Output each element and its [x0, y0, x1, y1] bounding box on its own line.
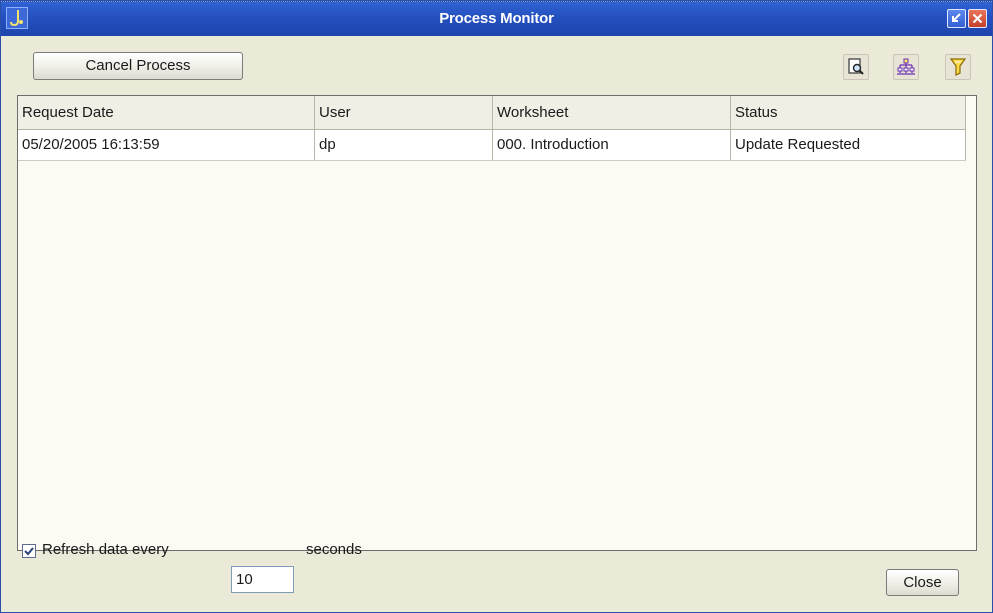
close-button[interactable]: Close — [886, 569, 959, 596]
refresh-checkbox[interactable] — [22, 544, 36, 558]
table-header: Request Date User Worksheet Status — [18, 96, 966, 130]
refresh-label: Refresh data every — [42, 541, 169, 558]
process-monitor-window: Process Monitor Cancel Process Request D… — [0, 0, 993, 613]
restore-arrow-icon — [952, 13, 961, 22]
hierarchy-button[interactable] — [893, 54, 919, 80]
cell-request-date: 05/20/2005 16:13:59 — [18, 130, 315, 160]
window-title: Process Monitor — [439, 10, 554, 27]
find-icon — [848, 58, 864, 75]
find-button[interactable] — [843, 54, 869, 80]
hierarchy-icon — [897, 58, 915, 75]
cancel-process-button[interactable]: Cancel Process — [33, 52, 243, 80]
table-row[interactable]: 05/20/2005 16:13:59 dp 000. Introduction… — [18, 130, 966, 161]
cell-worksheet: 000. Introduction — [493, 130, 731, 160]
column-header-worksheet[interactable]: Worksheet — [493, 96, 731, 129]
close-icon — [972, 13, 983, 24]
filter-icon — [949, 58, 967, 76]
checkmark-icon — [24, 547, 34, 556]
filter-button[interactable] — [945, 54, 971, 80]
seconds-label: seconds — [306, 541, 362, 558]
refresh-interval-input[interactable] — [231, 566, 294, 593]
column-header-user[interactable]: User — [315, 96, 493, 129]
cell-status: Update Requested — [731, 130, 966, 160]
title-bar[interactable]: Process Monitor — [1, 1, 992, 37]
cell-user: dp — [315, 130, 493, 160]
window-content: Cancel Process Request Date User Workshe… — [1, 36, 992, 612]
restore-button[interactable] — [947, 9, 966, 28]
column-header-status[interactable]: Status — [731, 96, 966, 129]
column-header-request-date[interactable]: Request Date — [18, 96, 315, 129]
close-window-button[interactable] — [968, 9, 987, 28]
process-table[interactable]: Request Date User Worksheet Status 05/20… — [17, 95, 977, 551]
